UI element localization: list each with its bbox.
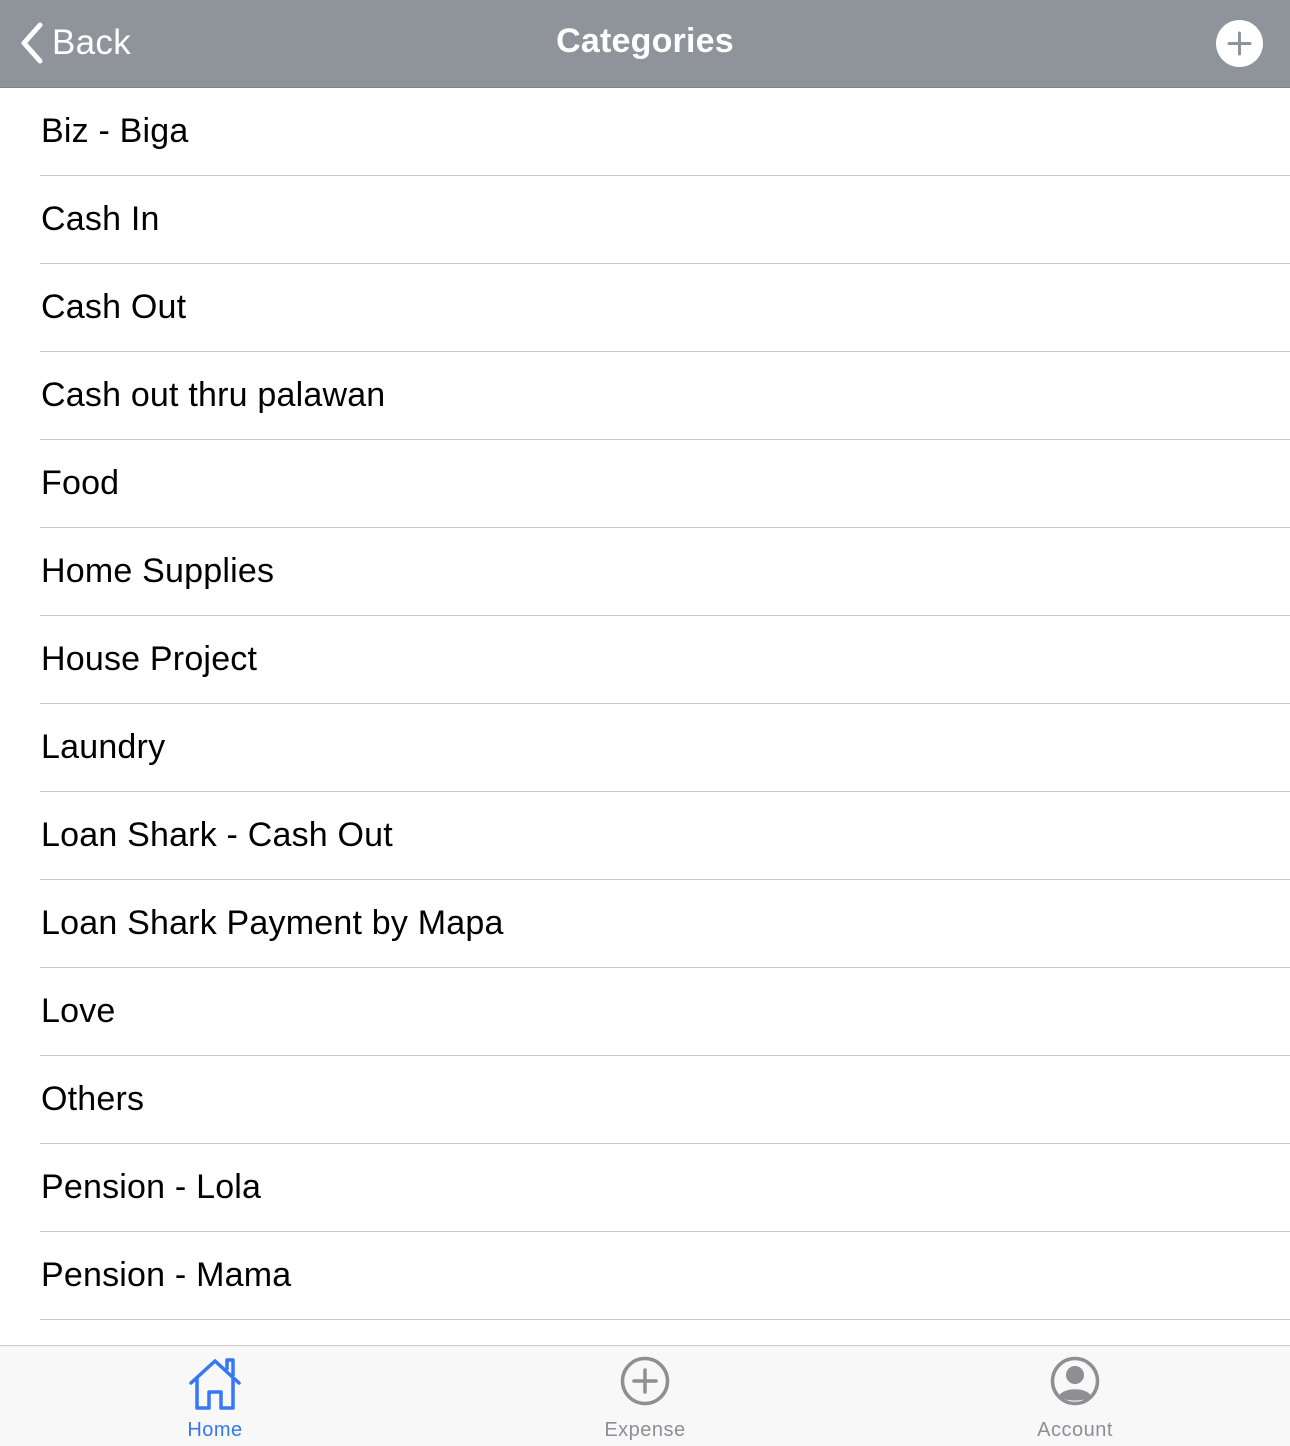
tab-expense-label: Expense xyxy=(604,1419,686,1441)
plus-circle-icon xyxy=(1227,31,1252,56)
category-label: Pension - Mama xyxy=(41,1256,292,1294)
tab-bar: Home Expense Account xyxy=(0,1345,1290,1446)
account-icon xyxy=(1050,1356,1100,1406)
category-label: Home Supplies xyxy=(41,552,275,590)
page-title: Categories xyxy=(556,22,734,60)
category-label: Loan Shark - Cash Out xyxy=(41,816,393,854)
category-label: Laundry xyxy=(41,728,166,766)
category-label: Loan Shark Payment by Mapa xyxy=(41,904,504,942)
tab-home-label: Home xyxy=(187,1419,243,1441)
plus-circle-icon xyxy=(620,1356,670,1406)
category-label: Cash Out xyxy=(41,288,187,326)
list-item[interactable]: Loan Shark Payment by Mapa xyxy=(0,880,1290,968)
list-item[interactable]: Cash In xyxy=(0,176,1290,264)
tab-account[interactable]: Account xyxy=(975,1346,1175,1446)
list-item[interactable]: Home Supplies xyxy=(0,528,1290,616)
category-label: Cash out thru palawan xyxy=(41,376,386,414)
list-item[interactable]: Others xyxy=(0,1056,1290,1144)
category-label: Others xyxy=(41,1080,145,1118)
list-item[interactable]: Loan Shark - Cash Out xyxy=(0,792,1290,880)
list-item[interactable]: House Project xyxy=(0,616,1290,704)
list-item[interactable]: Laundry xyxy=(0,704,1290,792)
tab-account-label: Account xyxy=(1037,1419,1113,1441)
tab-home[interactable]: Home xyxy=(115,1346,315,1446)
category-list: Biz - Biga Cash In Cash Out Cash out thr… xyxy=(0,88,1290,1320)
category-label: Cash In xyxy=(41,200,160,238)
category-label: Food xyxy=(41,464,120,502)
category-label: House Project xyxy=(41,640,258,678)
list-item[interactable]: Pension - Lola xyxy=(0,1144,1290,1232)
list-item[interactable]: Pension - Mama xyxy=(0,1232,1290,1320)
list-item[interactable]: Cash Out xyxy=(0,264,1290,352)
list-item[interactable]: Love xyxy=(0,968,1290,1056)
category-label: Biz - Biga xyxy=(41,112,189,150)
list-item[interactable]: Cash out thru palawan xyxy=(0,352,1290,440)
home-icon xyxy=(189,1358,241,1410)
tab-expense[interactable]: Expense xyxy=(545,1346,745,1446)
category-label: Love xyxy=(41,992,116,1030)
add-category-button[interactable] xyxy=(1216,20,1263,67)
list-item[interactable]: Biz - Biga xyxy=(0,88,1290,176)
navigation-bar: Back Categories xyxy=(0,0,1290,88)
divider xyxy=(40,1319,1290,1320)
list-item[interactable]: Food xyxy=(0,440,1290,528)
category-label: Pension - Lola xyxy=(41,1168,262,1206)
